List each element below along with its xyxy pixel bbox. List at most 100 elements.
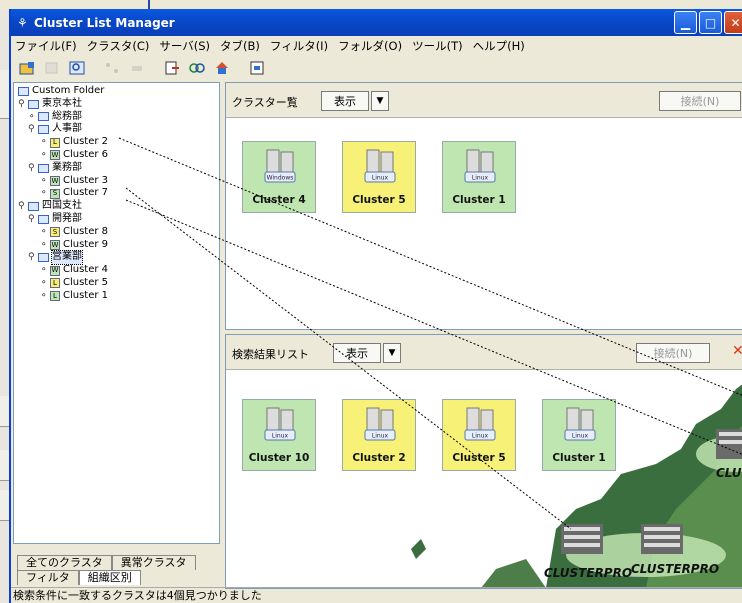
export-icon[interactable] <box>162 59 181 78</box>
expand-icon[interactable]: ⚬ <box>40 226 50 239</box>
tree-folder-selected[interactable]: ⚲ 営業部 <box>18 250 108 266</box>
move-icon[interactable] <box>42 59 61 78</box>
close-button[interactable]: ✕ <box>724 11 742 34</box>
server-icon: Linux <box>364 149 396 183</box>
tree-folder[interactable]: ⚲ 開発部 <box>18 213 108 226</box>
split-divider[interactable] <box>220 82 224 587</box>
search-result-panel: 検索結果リスト 表示 ▼ 接続(N) ✕ CLUSTERPRO CLUSTERP… <box>225 334 742 589</box>
home-icon[interactable] <box>212 59 231 78</box>
tab-all-clusters[interactable]: 全てのクラスタ <box>17 555 112 570</box>
linux-cluster-icon: L <box>50 137 60 148</box>
cluster-name: Cluster 2 <box>352 452 406 464</box>
tree-folder[interactable]: ⚬ 総務部 <box>18 111 108 124</box>
collapse-icon[interactable]: ⚲ <box>18 200 28 213</box>
linux-cluster-icon: L <box>50 278 60 289</box>
expand-icon[interactable]: ⚬ <box>28 111 38 124</box>
plug-icon[interactable] <box>127 59 146 78</box>
expand-icon[interactable]: ⚬ <box>40 239 50 252</box>
cluster-name: Cluster 5 <box>452 452 506 464</box>
windows-cluster-icon: W <box>50 239 60 250</box>
expand-icon[interactable]: ⚬ <box>40 136 50 149</box>
maximize-button[interactable]: □ <box>699 11 722 34</box>
tree-cluster[interactable]: ⚬ S Cluster 7 <box>18 187 108 200</box>
tree-folder[interactable]: ⚲ 業務部 <box>18 162 108 175</box>
cluster-tile[interactable]: Linux Cluster 1 <box>442 141 516 213</box>
refresh-icon[interactable] <box>247 59 266 78</box>
expand-icon[interactable]: ⚬ <box>40 187 50 200</box>
tree-folder[interactable]: ⚲ 東京本社 <box>18 98 108 111</box>
expand-icon[interactable]: ⚬ <box>40 277 50 290</box>
tree-cluster[interactable]: ⚬ L Cluster 1 <box>18 290 108 303</box>
tree-cluster[interactable]: ⚬ W Cluster 9 <box>18 239 108 252</box>
cluster-tile[interactable]: Linux Cluster 5 <box>342 141 416 213</box>
server-icon: Linux <box>464 407 496 441</box>
network-icon[interactable] <box>102 59 121 78</box>
collapse-icon[interactable]: ⚲ <box>28 213 38 226</box>
folder-icon <box>28 99 39 109</box>
tree-cluster[interactable]: ⚬ W Cluster 3 <box>18 175 108 188</box>
title-bar[interactable]: ⚘ Cluster List Manager ▁ □ ✕ <box>11 9 742 36</box>
menu-cluster[interactable]: クラスタ(C) <box>87 38 150 54</box>
tree-cluster[interactable]: ⚬ W Cluster 6 <box>18 149 108 162</box>
collapse-icon[interactable]: ⚲ <box>28 162 38 175</box>
tree-cluster[interactable]: ⚬ L Cluster 5 <box>18 277 108 290</box>
view-dropdown-icon[interactable]: ▼ <box>383 343 401 363</box>
connect-button[interactable]: 接続(N) <box>659 91 741 111</box>
expand-icon[interactable]: ⚬ <box>40 290 50 303</box>
solaris-cluster-icon: S <box>50 227 60 238</box>
tree-cluster[interactable]: ⚬ L Cluster 2 <box>18 136 108 149</box>
tree-cluster[interactable]: ⚬ S Cluster 8 <box>18 226 108 239</box>
tab-filter[interactable]: フィルタ <box>17 570 79 585</box>
link-icon[interactable] <box>187 59 206 78</box>
tree-root[interactable]: Custom Folder <box>18 85 108 98</box>
server-icon: Linux <box>564 407 596 441</box>
panel-title: 検索結果リスト <box>232 348 309 361</box>
tree-folder[interactable]: ⚲ 人事部 <box>18 123 108 136</box>
linux-cluster-icon: L <box>50 291 60 302</box>
expand-icon[interactable]: ⚬ <box>40 149 50 162</box>
folder-icon <box>38 163 49 173</box>
cluster-tile[interactable]: Linux Cluster 1 <box>542 399 616 471</box>
view-button[interactable]: 表示 <box>321 91 369 111</box>
connect-button[interactable]: 接続(N) <box>636 343 710 363</box>
cluster-tile[interactable]: Windows Cluster 4 <box>242 141 316 213</box>
cluster-name: Cluster 5 <box>352 194 406 206</box>
menu-folder[interactable]: フォルダ(O) <box>338 38 402 54</box>
menu-server[interactable]: サーバ(S) <box>159 38 210 54</box>
folder-icon <box>28 202 39 212</box>
solaris-cluster-icon: S <box>50 188 60 199</box>
collapse-icon[interactable]: ⚲ <box>28 251 38 264</box>
panel-header: クラスター覧 表示 ▼ 接続(N) <box>226 83 742 118</box>
tree-folder[interactable]: ⚲ 四国支社 <box>18 200 108 213</box>
cluster-tile[interactable]: Linux Cluster 5 <box>442 399 516 471</box>
search-icon[interactable] <box>67 59 86 78</box>
expand-icon[interactable]: ⚬ <box>40 175 50 188</box>
menu-filter[interactable]: フィルタ(I) <box>270 38 328 54</box>
cluster-tile[interactable]: Linux Cluster 10 <box>242 399 316 471</box>
minimize-button[interactable]: ▁ <box>674 11 697 34</box>
tree-cluster[interactable]: ⚬ W Cluster 4 <box>18 264 108 277</box>
panel-header: 検索結果リスト 表示 ▼ 接続(N) ✕ <box>226 335 742 370</box>
tab-abnormal-clusters[interactable]: 異常クラスタ <box>111 555 196 570</box>
server-icon: Linux <box>364 407 396 441</box>
svg-text:Windows: Windows <box>267 175 294 182</box>
collapse-icon[interactable]: ⚲ <box>28 123 38 136</box>
menu-help[interactable]: ヘルプ(H) <box>473 38 525 54</box>
view-dropdown-icon[interactable]: ▼ <box>371 91 389 111</box>
panel-title: クラスター覧 <box>232 96 298 109</box>
close-panel-icon[interactable]: ✕ <box>732 343 742 359</box>
cluster-tile[interactable]: Linux Cluster 2 <box>342 399 416 471</box>
view-button[interactable]: 表示 <box>333 343 381 363</box>
tab-org[interactable]: 組織区別 <box>78 570 141 585</box>
collapse-icon[interactable]: ⚲ <box>18 98 28 111</box>
window-title: Cluster List Manager <box>34 15 175 30</box>
svg-text:Linux: Linux <box>272 433 289 440</box>
cluster-name: Cluster 10 <box>248 452 310 464</box>
menu-tools[interactable]: ツール(T) <box>412 38 463 54</box>
expand-icon[interactable]: ⚬ <box>40 264 50 277</box>
menu-tab[interactable]: タブ(B) <box>220 38 260 54</box>
windows-cluster-icon: W <box>50 265 60 276</box>
toolbar <box>11 56 742 80</box>
new-folder-icon[interactable] <box>17 59 36 78</box>
menu-file[interactable]: ファイル(F) <box>15 38 77 54</box>
